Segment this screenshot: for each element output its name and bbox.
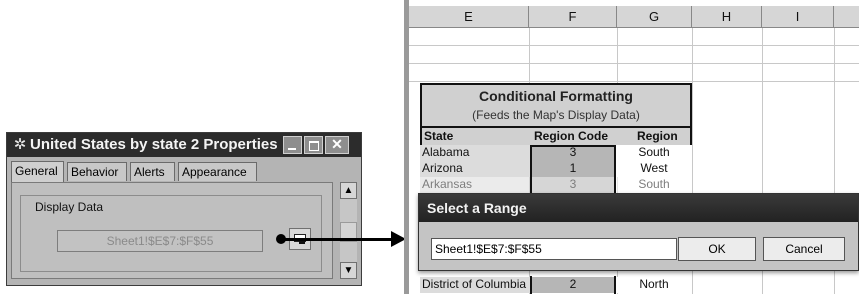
block-subtitle: (Feeds the Map's Display Data) bbox=[472, 108, 640, 122]
header-state: State bbox=[424, 129, 454, 143]
display-data-range-field[interactable]: Sheet1!$E$7:$F$55 bbox=[57, 230, 263, 252]
scroll-down-icon[interactable]: ▼ bbox=[340, 262, 357, 279]
block-title: Conditional Formatting bbox=[479, 88, 633, 104]
tab-appearance[interactable]: Appearance bbox=[178, 162, 257, 181]
tab-general[interactable]: General bbox=[11, 161, 64, 182]
tab-behavior[interactable]: Behavior bbox=[67, 162, 127, 181]
column-header-next[interactable] bbox=[834, 6, 859, 28]
cell-state[interactable]: Alabama bbox=[420, 145, 530, 161]
minimize-button[interactable] bbox=[283, 136, 302, 154]
column-header-f[interactable]: F bbox=[529, 6, 617, 28]
scroll-up-icon[interactable]: ▲ bbox=[340, 182, 357, 199]
properties-window: ✲ United States by state 2 Properties ✕ … bbox=[6, 132, 362, 286]
cell-region[interactable]: West bbox=[616, 161, 692, 177]
range-input[interactable]: Sheet1!$E$7:$F$55 bbox=[431, 238, 677, 260]
properties-title: United States by state 2 Properties bbox=[30, 136, 278, 153]
dialog-title[interactable]: Select a Range bbox=[419, 194, 858, 222]
general-tab-panel: Display Data Sheet1!$E$7:$F$55 bbox=[11, 182, 333, 279]
ok-button[interactable]: OK bbox=[678, 237, 756, 261]
table-header-row: State Region Code Region bbox=[420, 128, 692, 145]
maximize-button[interactable] bbox=[304, 136, 323, 154]
properties-scrollbar[interactable]: ▲ ▼ bbox=[340, 182, 357, 279]
display-data-label: Display Data bbox=[33, 200, 106, 214]
column-header-g[interactable]: G bbox=[617, 6, 692, 28]
cell-state[interactable]: Arkansas bbox=[420, 177, 530, 193]
cell-state[interactable]: Arizona bbox=[420, 161, 530, 177]
conditional-formatting-block: Conditional Formatting (Feeds the Map's … bbox=[420, 83, 692, 128]
grid-line bbox=[409, 45, 859, 46]
selection-border bbox=[530, 145, 616, 194]
cell-state[interactable]: District of Columbia bbox=[420, 277, 530, 293]
gear-icon: ✲ bbox=[13, 136, 27, 153]
selection-border bbox=[530, 276, 616, 294]
properties-title-bar[interactable]: ✲ United States by state 2 Properties ✕ bbox=[7, 133, 361, 157]
header-region-code: Region Code bbox=[534, 129, 608, 143]
grid-line bbox=[409, 63, 859, 64]
header-region: Region bbox=[637, 129, 678, 143]
grid-line bbox=[409, 81, 859, 82]
column-header-h[interactable]: H bbox=[692, 6, 762, 28]
close-button[interactable]: ✕ bbox=[325, 136, 349, 154]
column-header-e[interactable]: E bbox=[409, 6, 529, 28]
select-range-dialog: Select a Range Sheet1!$E$7:$F$55 OK Canc… bbox=[418, 193, 859, 271]
cell-region[interactable]: South bbox=[616, 145, 692, 161]
display-data-group: Display Data Sheet1!$E$7:$F$55 bbox=[20, 195, 322, 272]
cancel-button[interactable]: Cancel bbox=[763, 237, 845, 261]
cell-region[interactable]: South bbox=[616, 177, 692, 193]
cell-region[interactable]: North bbox=[616, 277, 692, 293]
tab-alerts[interactable]: Alerts bbox=[130, 162, 175, 181]
column-header-i[interactable]: I bbox=[762, 6, 834, 28]
arrow-line bbox=[281, 238, 393, 241]
